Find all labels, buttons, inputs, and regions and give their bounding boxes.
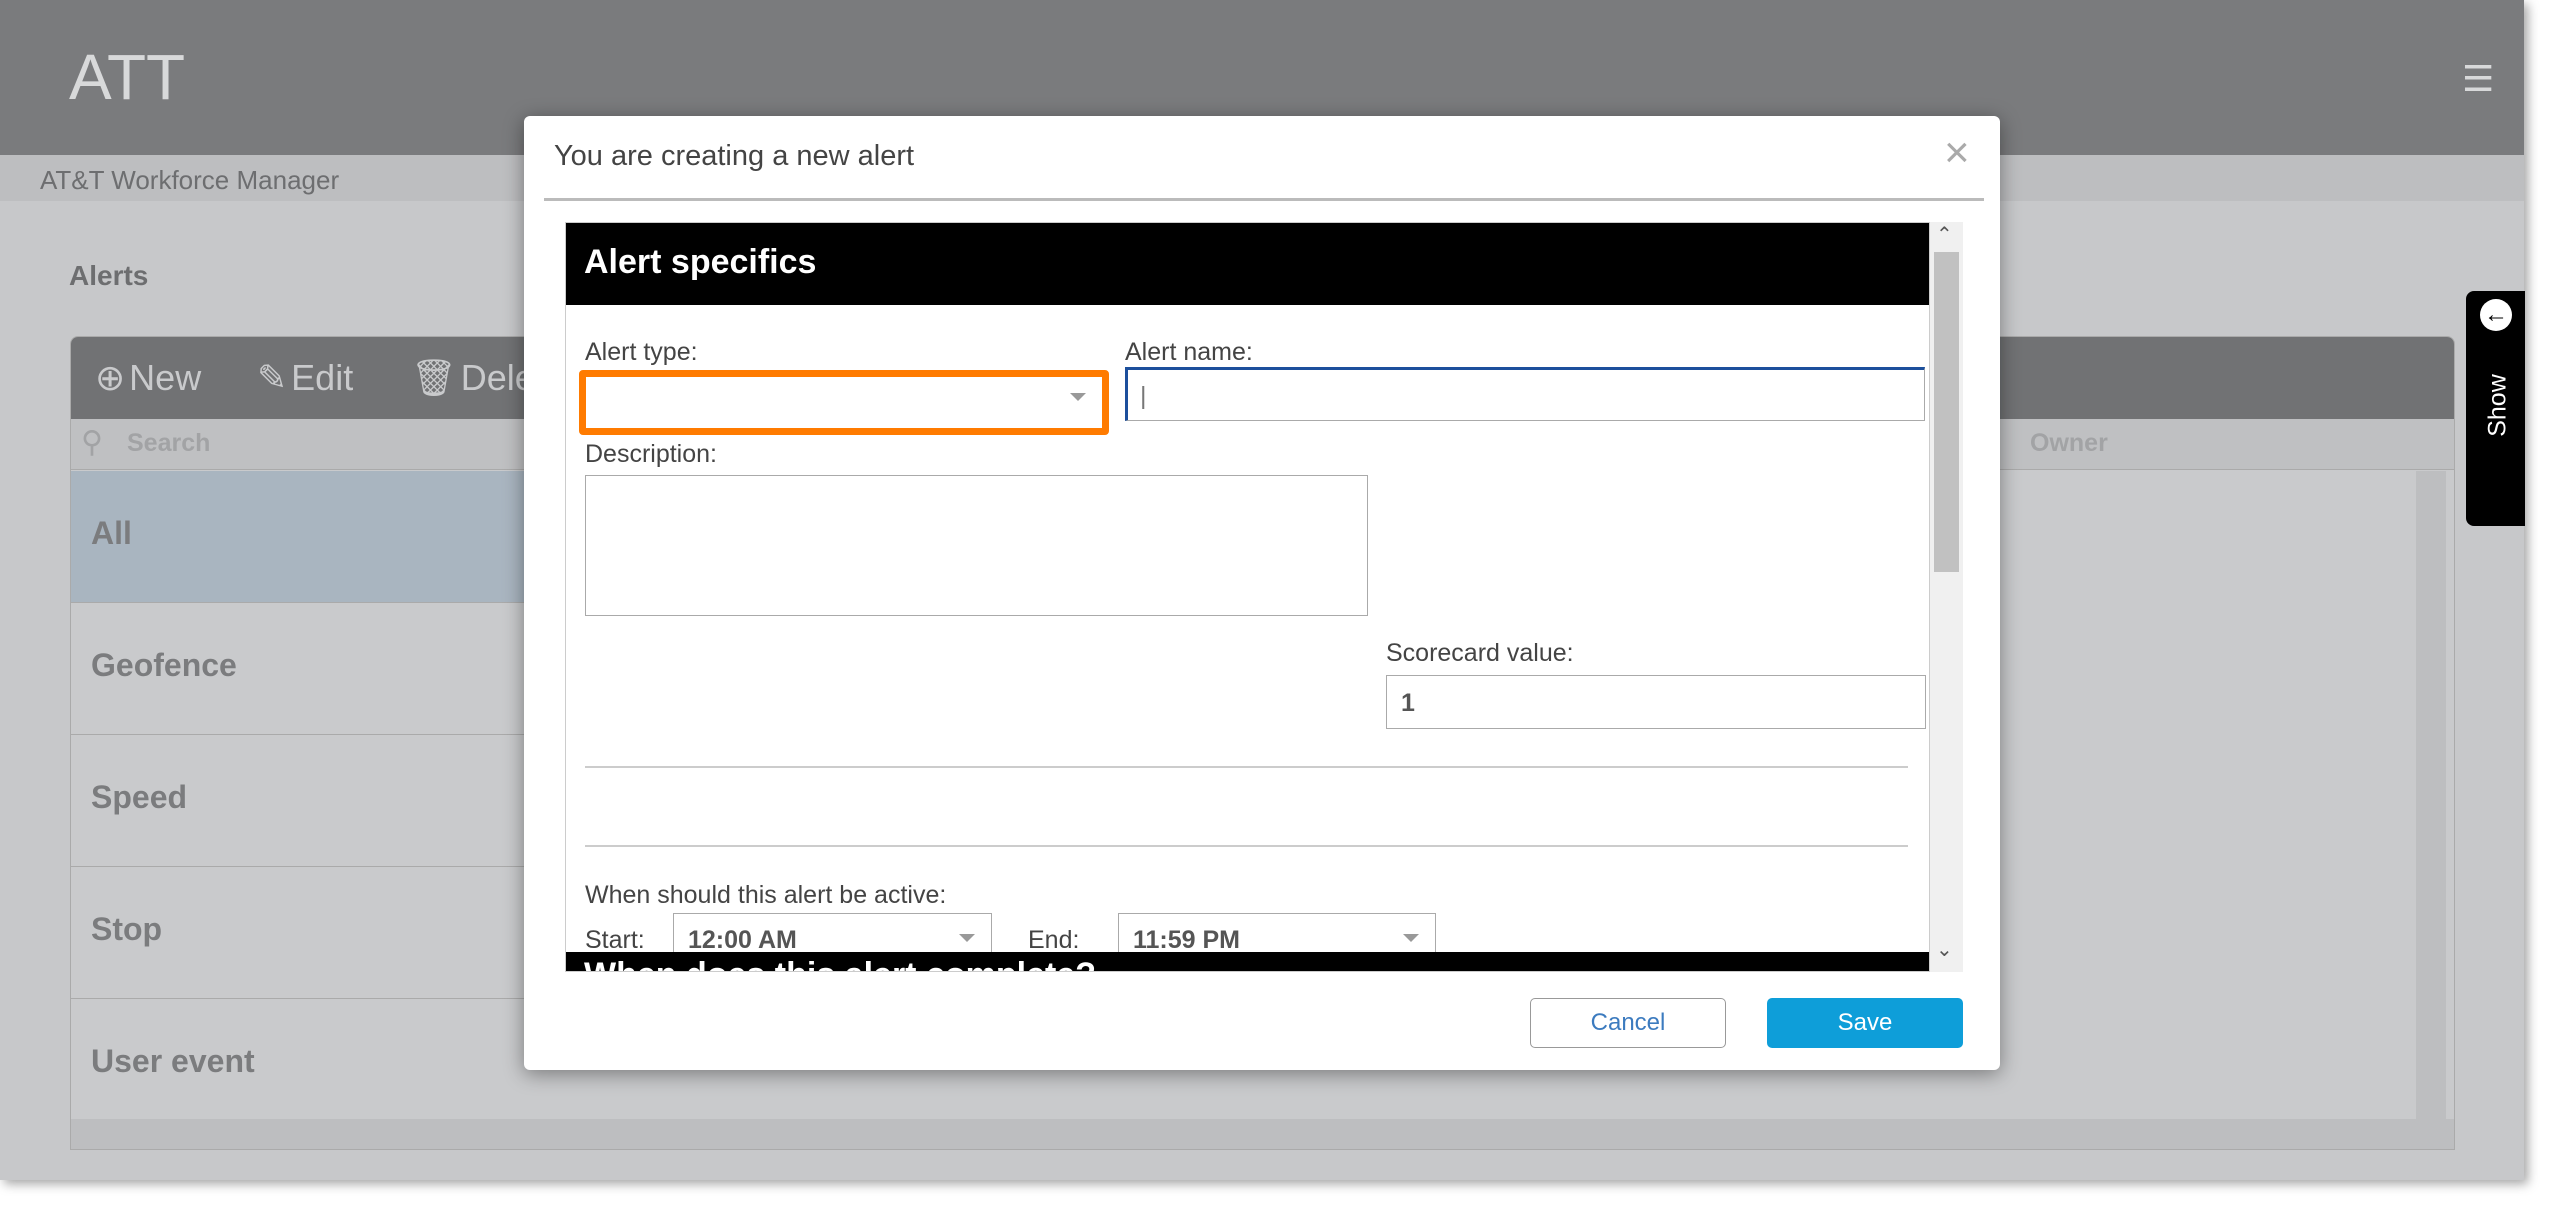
divider <box>585 845 1908 847</box>
arrow-left-circle-icon: ← <box>2480 299 2512 331</box>
delete-button[interactable]: 🗑 Dele <box>411 357 535 399</box>
section-header-completion: When does this alert complete? <box>566 952 1929 971</box>
search-icon: ⚲ <box>81 426 103 459</box>
alert-name-label: Alert name: <box>1125 338 1253 366</box>
column-header-owner[interactable]: Owner <box>2030 429 2108 458</box>
scroll-up-icon[interactable]: ⌃ <box>1936 222 1953 247</box>
cancel-button[interactable]: Cancel <box>1530 998 1726 1048</box>
alert-type-select[interactable] <box>579 370 1109 435</box>
divider <box>585 766 1908 768</box>
vertical-scrollbar[interactable] <box>2416 471 2446 1119</box>
active-label: When should this alert be active: <box>585 881 947 909</box>
close-icon[interactable]: × <box>1944 128 1970 178</box>
scorecard-input[interactable]: 1 <box>1386 675 1926 729</box>
start-label: Start: <box>585 926 645 954</box>
edit-icon: ✎ <box>257 357 288 398</box>
save-button[interactable]: Save <box>1767 998 1963 1048</box>
description-label: Description: <box>585 440 717 468</box>
show-tab-label: Show <box>2483 374 2512 437</box>
divider <box>544 198 1984 201</box>
new-button[interactable]: ⊕ New <box>95 357 201 399</box>
trash-icon: 🗑 <box>411 357 457 398</box>
show-panel-tab[interactable]: ← Show <box>2466 291 2525 526</box>
new-alert-dialog: You are creating a new alert × Alert spe… <box>524 116 2000 1070</box>
dialog-scrollbar[interactable]: ⌃ ⌄ <box>1930 222 1963 972</box>
alert-type-label: Alert type: <box>585 338 698 366</box>
hamburger-icon[interactable]: ☰ <box>2462 58 2494 100</box>
scroll-down-icon[interactable]: ⌄ <box>1936 937 1953 962</box>
alert-name-input[interactable]: | <box>1125 367 1925 421</box>
scrollbar-thumb[interactable] <box>1934 252 1959 572</box>
plus-circle-icon: ⊕ <box>95 357 126 398</box>
scorecard-label: Scorecard value: <box>1386 639 1574 667</box>
brand-title: ATT <box>69 41 186 113</box>
end-label: End: <box>1028 926 1080 954</box>
edit-button[interactable]: ✎ Edit <box>257 357 353 399</box>
dialog-scroll-area: Alert specifics Alert type: Alert name: … <box>565 222 1930 972</box>
horizontal-scrollbar[interactable] <box>71 1119 2454 1149</box>
subheader-title: AT&T Workforce Manager <box>40 165 340 195</box>
dialog-title: You are creating a new alert <box>554 140 915 172</box>
page-title: Alerts <box>69 260 149 291</box>
section-header-alert-specifics: Alert specifics <box>566 223 1929 305</box>
search-input[interactable]: Search <box>127 429 210 458</box>
description-textarea[interactable] <box>585 475 1368 616</box>
